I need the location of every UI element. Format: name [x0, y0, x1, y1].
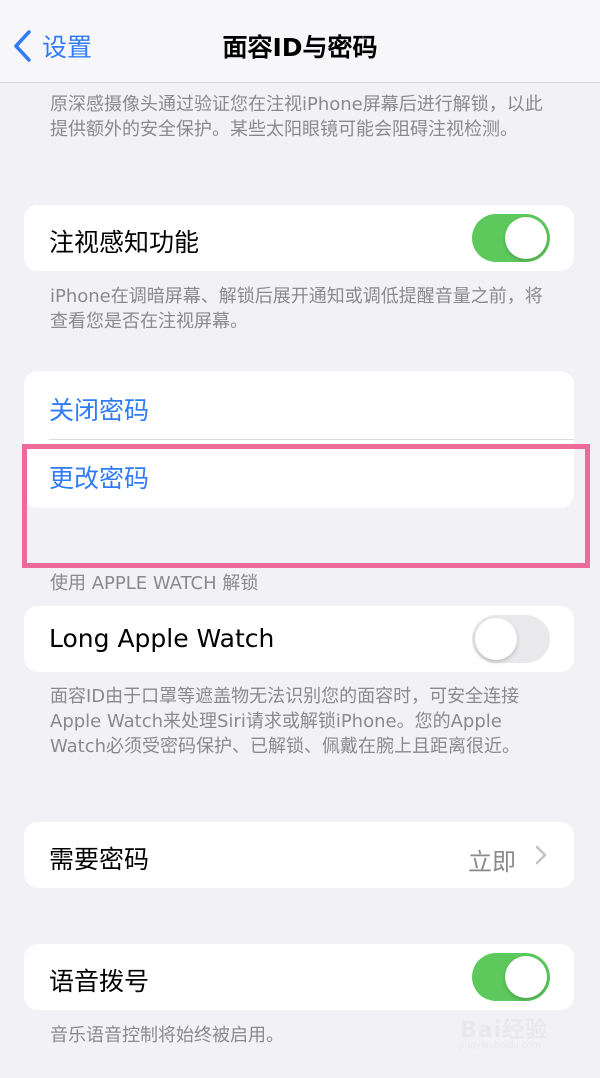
apple-watch-label: Long Apple Watch: [49, 624, 275, 653]
attention-aware-label: 注视感知功能: [49, 228, 200, 257]
turn-off-passcode-label: 关闭密码: [49, 396, 150, 425]
attention-aware-toggle[interactable]: [472, 214, 550, 262]
attention-aware-row: 注视感知功能: [24, 205, 574, 271]
require-passcode-label: 需要密码: [49, 845, 150, 874]
apple-watch-section-header: 使用 APPLE WATCH 解锁: [50, 573, 259, 594]
attention-description: 原深感摄像头通过验证您在注视iPhone屏幕后进行解锁，以此提供额外的安全保护。…: [50, 94, 543, 140]
toggle-knob: [505, 217, 547, 259]
turn-off-passcode-button[interactable]: 关闭密码: [24, 371, 574, 439]
apple-watch-row: Long Apple Watch: [24, 606, 574, 672]
voice-dial-label: 语音拨号: [49, 967, 150, 996]
require-passcode-value: 立即: [468, 848, 516, 876]
page-title: 面容ID与密码: [222, 33, 378, 62]
attention-aware-description: iPhone在调暗屏幕、解锁后展开通知或调低提醒音量之前，将查看您是否在注视屏幕…: [50, 286, 543, 332]
watermark-logo: Bai经验 jingyan.baidu.com: [460, 1012, 570, 1056]
toggle-knob: [475, 618, 517, 660]
voice-dial-toggle[interactable]: [472, 953, 550, 1001]
apple-watch-toggle[interactable]: [472, 615, 550, 663]
voice-dial-row: 语音拨号: [24, 944, 574, 1010]
watermark-sub: jingyan.baidu.com: [460, 1040, 541, 1051]
highlight-box: [22, 444, 590, 568]
navigation-bar: 设置 面容ID与密码: [0, 0, 600, 83]
toggle-knob: [505, 956, 547, 998]
apple-watch-description: 面容ID由于口罩等遮盖物无法识别您的面容时，可安全连接Apple Watch来处…: [50, 686, 521, 757]
chevron-right-icon: [535, 845, 547, 865]
require-passcode-row[interactable]: 需要密码 立即: [24, 822, 574, 888]
